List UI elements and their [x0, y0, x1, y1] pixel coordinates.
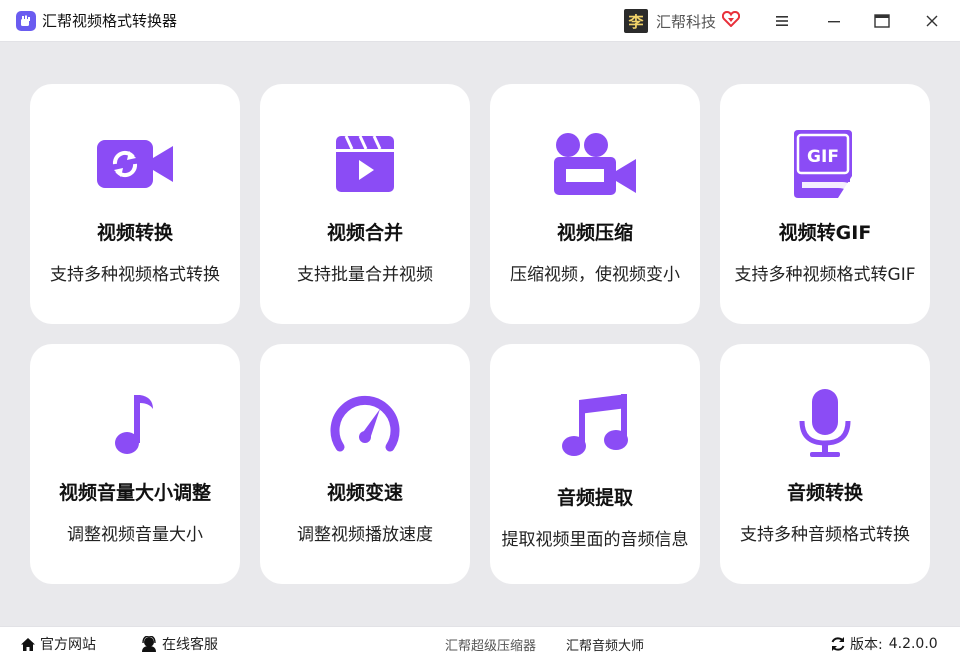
minimize-icon [828, 21, 840, 23]
card-title: 视频音量大小调整 [58, 482, 211, 504]
card-title: 视频转换 [96, 222, 173, 244]
heart-icon [721, 10, 741, 31]
card-volume-adjust[interactable]: 视频音量大小调整 调整视频音量大小 [30, 344, 240, 584]
card-desc: 调整视频播放速度 [297, 525, 433, 545]
card-desc: 支持多种视频格式转换 [50, 265, 220, 285]
video-convert-icon [30, 130, 240, 198]
card-title: 音频提取 [556, 487, 633, 509]
card-desc: 调整视频音量大小 [67, 525, 203, 545]
app-logo-icon [16, 10, 36, 31]
card-title: 音频转换 [786, 482, 863, 504]
compressor-link[interactable]: 汇帮超级压缩器 [445, 627, 536, 660]
status-bar: 官方网站 在线客服 汇帮超级压缩器 汇帮音频大师 版本: 4.2.0.0 [0, 626, 960, 660]
card-title: 视频转GIF [778, 222, 872, 244]
card-desc: 提取视频里面的音频信息 [501, 530, 689, 550]
version-number: 4.2.0.0 [888, 636, 938, 652]
card-desc: 支持多种音频格式转换 [740, 525, 910, 545]
card-audio-extract[interactable]: 音频提取 提取视频里面的音频信息 [490, 344, 700, 584]
title-bar: 汇帮视频格式转换器 李 汇帮科技 [0, 0, 960, 42]
maximize-button[interactable] [859, 0, 905, 42]
card-video-gif[interactable]: GIF 视频转GIF 支持多种视频格式转GIF [720, 84, 930, 324]
support-label: 在线客服 [162, 637, 218, 653]
maximize-icon [874, 14, 890, 28]
hamburger-icon [776, 16, 788, 26]
website-link[interactable]: 官方网站 [20, 627, 96, 660]
card-title: 视频变速 [326, 482, 403, 504]
music-notes-icon [490, 392, 700, 460]
speedometer-icon [260, 390, 470, 458]
close-button[interactable] [909, 0, 955, 42]
card-desc: 压缩视频，使视频变小 [510, 265, 680, 285]
microphone-icon [720, 389, 930, 458]
brand-account[interactable]: 李 汇帮科技 [624, 7, 741, 35]
version-label: 版本: [850, 637, 883, 653]
card-title: 视频压缩 [556, 222, 633, 244]
version-info[interactable]: 版本: 4.2.0.0 [830, 627, 938, 660]
music-note-icon [30, 390, 240, 458]
close-icon [926, 15, 938, 27]
clapperboard-play-icon [260, 130, 470, 198]
refresh-icon [831, 637, 845, 651]
card-audio-convert[interactable]: 音频转换 支持多种音频格式转换 [720, 344, 930, 584]
feature-grid: 视频转换 支持多种视频格式转换 视频合并 支持批量合并视频 视频压缩 压缩视频，… [30, 84, 930, 584]
card-video-speed[interactable]: 视频变速 调整视频播放速度 [260, 344, 470, 584]
card-title: 视频合并 [326, 222, 403, 244]
audio-master-link[interactable]: 汇帮音频大师 [566, 627, 644, 660]
card-desc: 支持多种视频格式转GIF [734, 265, 916, 285]
brand-name: 汇帮科技 [656, 12, 717, 31]
minimize-button[interactable] [811, 0, 857, 42]
home-icon [21, 637, 35, 651]
menu-button[interactable] [759, 0, 805, 42]
card-video-merge[interactable]: 视频合并 支持批量合并视频 [260, 84, 470, 324]
card-video-convert[interactable]: 视频转换 支持多种视频格式转换 [30, 84, 240, 324]
gif-file-icon: GIF [720, 130, 930, 198]
card-desc: 支持批量合并视频 [297, 265, 433, 285]
movie-camera-icon [490, 130, 700, 198]
support-link[interactable]: 在线客服 [140, 627, 218, 660]
app-title: 汇帮视频格式转换器 [42, 12, 178, 30]
avatar: 李 [624, 9, 648, 33]
website-label: 官方网站 [40, 637, 96, 653]
card-video-compress[interactable]: 视频压缩 压缩视频，使视频变小 [490, 84, 700, 324]
customer-service-icon [142, 636, 156, 652]
gif-icon-text: GIF [807, 147, 839, 167]
